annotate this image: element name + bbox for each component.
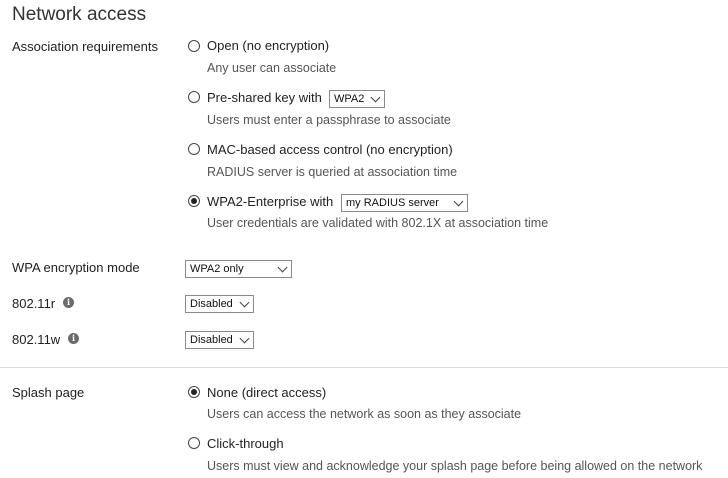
chevron-down-icon xyxy=(239,297,250,308)
chevron-down-icon xyxy=(453,196,464,207)
radio-psk[interactable] xyxy=(188,91,200,103)
wpa-encryption-mode-value: WPA2 only xyxy=(190,263,244,275)
radius-server-select-value: my RADIUS server xyxy=(346,197,439,209)
radio-mac[interactable] xyxy=(188,143,200,155)
option-open-description: Any user can associate xyxy=(207,61,337,75)
option-splash-none-description: Users can access the network as soon as … xyxy=(207,407,522,421)
option-psk-description: Users must enter a passphrase to associa… xyxy=(207,113,451,127)
section-divider xyxy=(0,367,728,368)
80211w-select-value: Disabled xyxy=(190,334,233,346)
association-requirements-label: Association requirements xyxy=(12,39,158,54)
option-splash-click-through-description: Users must view and acknowledge your spl… xyxy=(207,459,703,473)
option-open-label[interactable]: Open (no encryption) xyxy=(207,38,329,53)
option-psk-label[interactable]: Pre-shared key with xyxy=(207,90,322,105)
info-icon[interactable]: i xyxy=(63,297,74,308)
option-splash-none-label[interactable]: None (direct access) xyxy=(207,385,326,400)
option-mac-description: RADIUS server is queried at association … xyxy=(207,165,458,179)
radius-server-select[interactable]: my RADIUS server xyxy=(341,194,468,212)
option-splash-click-through-label[interactable]: Click-through xyxy=(207,436,284,451)
psk-select-value: WPA2 xyxy=(334,93,365,105)
80211r-label: 802.11r xyxy=(12,296,56,311)
option-mac-label[interactable]: MAC-based access control (no encryption) xyxy=(207,142,453,157)
splash-page-label: Splash page xyxy=(12,385,85,400)
radio-wpa2-enterprise[interactable] xyxy=(188,195,200,207)
info-icon[interactable]: i xyxy=(68,333,79,344)
psk-select[interactable]: WPA2 xyxy=(329,90,385,108)
chevron-down-icon xyxy=(239,333,250,344)
80211r-select[interactable]: Disabled xyxy=(185,295,254,313)
chevron-down-icon xyxy=(277,262,288,273)
page-title: Network access xyxy=(12,4,147,25)
radio-open[interactable] xyxy=(188,40,200,52)
radio-splash-click-through[interactable] xyxy=(188,437,200,449)
80211r-select-value: Disabled xyxy=(190,298,233,310)
option-wpa2-enterprise-label[interactable]: WPA2-Enterprise with xyxy=(207,194,333,209)
radio-splash-none[interactable] xyxy=(188,386,200,398)
80211w-label: 802.11w xyxy=(12,332,61,347)
wpa-encryption-mode-select[interactable]: WPA2 only xyxy=(185,260,292,278)
80211w-select[interactable]: Disabled xyxy=(185,331,254,349)
option-wpa2-enterprise-description: User credentials are validated with 802.… xyxy=(207,216,549,230)
chevron-down-icon xyxy=(370,92,381,103)
wpa-encryption-mode-label: WPA encryption mode xyxy=(12,260,140,275)
